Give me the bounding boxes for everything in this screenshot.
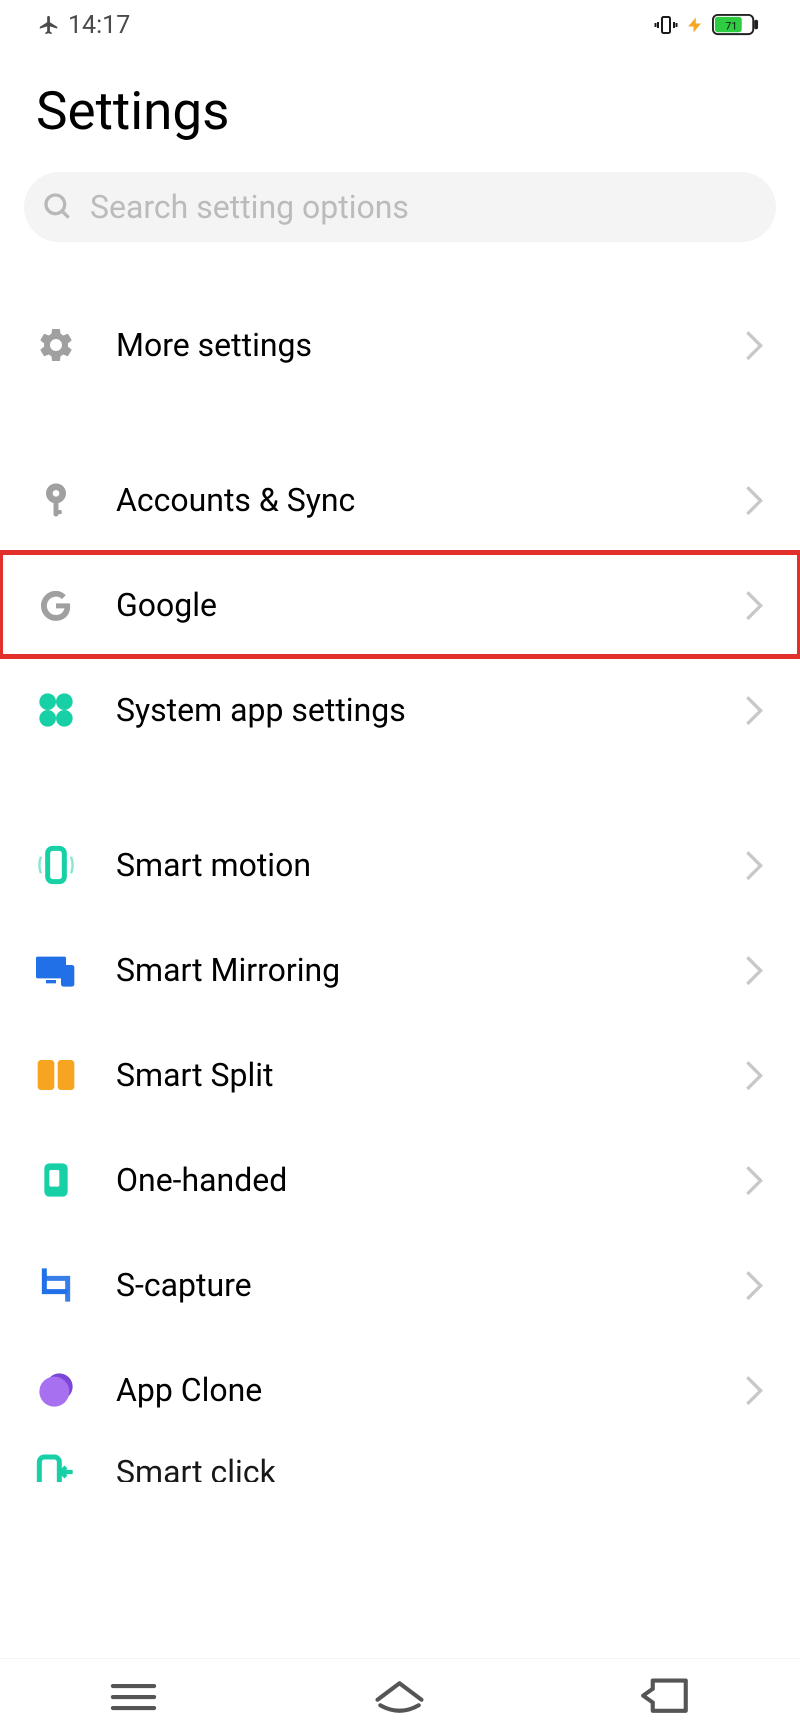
- item-label: More settings: [116, 326, 744, 364]
- item-label: S-capture: [116, 1266, 744, 1304]
- gear-icon: [36, 325, 76, 365]
- smart-click-icon: [36, 1452, 76, 1482]
- item-system-apps[interactable]: System app settings: [0, 657, 800, 762]
- item-label: App Clone: [116, 1371, 744, 1409]
- chevron-right-icon: [744, 1374, 764, 1406]
- chevron-right-icon: [744, 1059, 764, 1091]
- item-smart-motion[interactable]: Smart motion: [0, 812, 800, 917]
- chevron-right-icon: [744, 484, 764, 516]
- item-smart-mirroring[interactable]: Smart Mirroring: [0, 917, 800, 1022]
- navigation-bar: [0, 1658, 800, 1733]
- vibrate-icon: [654, 13, 678, 37]
- google-icon: [36, 585, 76, 625]
- item-label: Google: [116, 586, 744, 624]
- item-label: System app settings: [116, 691, 744, 729]
- phone-motion-icon: [36, 845, 76, 885]
- item-label: Smart motion: [116, 846, 744, 884]
- svg-text:71: 71: [725, 19, 737, 32]
- status-bar: 14:17 71: [0, 0, 800, 50]
- chevron-right-icon: [744, 1269, 764, 1301]
- nav-home-button[interactable]: [372, 1674, 427, 1719]
- item-one-handed[interactable]: One-handed: [0, 1127, 800, 1232]
- search-icon: [42, 191, 74, 223]
- grid-apps-icon: [36, 690, 76, 730]
- item-label: Smart Split: [116, 1056, 744, 1094]
- item-label: Smart click: [116, 1453, 764, 1482]
- charging-icon: [686, 16, 704, 34]
- item-label: One-handed: [116, 1161, 744, 1199]
- item-smart-click[interactable]: Smart click: [0, 1442, 800, 1482]
- search-input[interactable]: [90, 188, 758, 226]
- item-more-settings[interactable]: More settings: [0, 292, 800, 397]
- chevron-right-icon: [744, 329, 764, 361]
- status-time: 14:17: [68, 11, 130, 40]
- battery-icon: 71: [712, 13, 760, 37]
- item-google[interactable]: Google: [0, 552, 800, 657]
- status-right: 71: [654, 13, 760, 37]
- clone-icon: [36, 1370, 76, 1410]
- chevron-right-icon: [744, 849, 764, 881]
- item-app-clone[interactable]: App Clone: [0, 1337, 800, 1442]
- item-label: Smart Mirroring: [116, 951, 744, 989]
- chevron-right-icon: [744, 589, 764, 621]
- chevron-right-icon: [744, 694, 764, 726]
- item-s-capture[interactable]: S-capture: [0, 1232, 800, 1337]
- settings-list: More settings Accounts & Sync Google Sys…: [0, 292, 800, 1482]
- page-title: Settings: [0, 50, 800, 172]
- nav-back-button[interactable]: [639, 1674, 694, 1719]
- item-accounts-sync[interactable]: Accounts & Sync: [0, 447, 800, 552]
- key-icon: [36, 480, 76, 520]
- search-bar[interactable]: [24, 172, 776, 242]
- mirroring-icon: [36, 950, 76, 990]
- chevron-right-icon: [744, 1164, 764, 1196]
- status-left: 14:17: [38, 11, 130, 40]
- item-label: Accounts & Sync: [116, 481, 744, 519]
- chevron-right-icon: [744, 954, 764, 986]
- split-icon: [36, 1055, 76, 1095]
- nav-recents-button[interactable]: [106, 1674, 161, 1719]
- item-smart-split[interactable]: Smart Split: [0, 1022, 800, 1127]
- capture-icon: [36, 1265, 76, 1305]
- one-handed-icon: [36, 1160, 76, 1200]
- airplane-mode-icon: [38, 14, 60, 36]
